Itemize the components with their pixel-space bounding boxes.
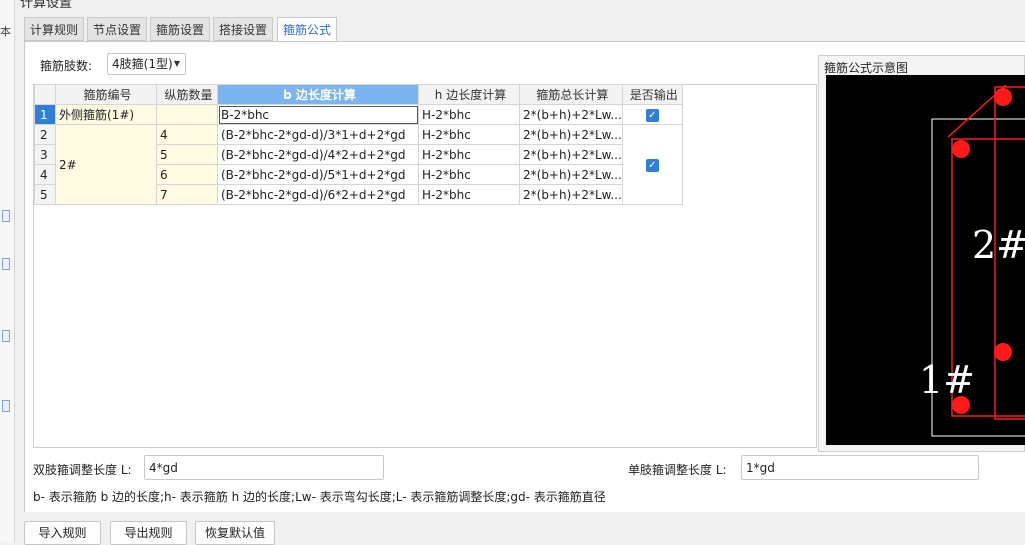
cell-h-formula[interactable]: H-2*bhc (418, 124, 520, 145)
legs-label: 箍筋肢数: (40, 59, 93, 73)
output-checkbox[interactable]: ✓ (645, 108, 659, 122)
table-header-row: 箍筋编号 纵筋数量 b 边长度计算 h 边长度计算 箍筋总长计算 是否输出 (34, 84, 683, 105)
diagram-label-outer: 1# (919, 358, 975, 402)
cell-total-formula[interactable]: 2*(b+h)+2*Lw... (519, 104, 623, 125)
left-panel-marker (2, 258, 10, 270)
cell-b-formula[interactable]: (B-2*bhc-2*gd-d)/4*2+d+2*gd (217, 144, 419, 165)
row-number[interactable]: 1 (34, 104, 56, 125)
stirrup-diagram: 2# 1# (826, 75, 1025, 445)
col-header-id[interactable]: 箍筋编号 (55, 84, 157, 105)
formula-table: 箍筋编号 纵筋数量 b 边长度计算 h 边长度计算 箍筋总长计算 是否输出 1 … (34, 84, 683, 205)
chevron-down-icon: ▼ (173, 59, 180, 68)
double-leg-label: 双肢箍调整长度 L: (33, 463, 132, 477)
tab-lap-settings[interactable]: 搭接设置 (213, 17, 273, 41)
single-leg-input[interactable] (741, 455, 979, 480)
cell-b-formula[interactable]: B-2*bhc (217, 104, 419, 125)
restore-defaults-button[interactable]: 恢复默认值 (195, 521, 275, 545)
tab-stirrup-formula[interactable]: 箍筋公式 (277, 17, 337, 42)
output-checkbox[interactable]: ✓ (645, 158, 659, 172)
col-header-count[interactable]: 纵筋数量 (156, 84, 218, 105)
single-leg-label: 单肢箍调整长度 L: (628, 463, 727, 477)
cell-id[interactable]: 外侧箍筋(1#) (55, 104, 157, 125)
legend-text: b- 表示箍筋 b 边的长度;h- 表示箍筋 h 边的长度;Lw- 表示弯勾长度… (33, 490, 606, 504)
cell-count[interactable]: 6 (156, 164, 218, 185)
diagram-title: 箍筋公式示意图 (824, 61, 909, 75)
double-leg-input[interactable] (144, 455, 384, 480)
cell-total-formula[interactable]: 2*(b+h)+2*Lw... (519, 184, 623, 205)
cell-total-formula[interactable]: 2*(b+h)+2*Lw... (519, 164, 623, 185)
left-panel-marker (2, 400, 10, 412)
tab-calc-rules[interactable]: 计算规则 (24, 17, 84, 41)
row-number[interactable]: 2 (34, 124, 56, 145)
cell-b-formula[interactable]: (B-2*bhc-2*gd-d)/5*1+d+2*gd (217, 164, 419, 185)
left-panel-strip: 本 (0, 0, 15, 542)
rebar-point (994, 343, 1012, 361)
cell-count[interactable]: 4 (156, 124, 218, 145)
col-header-output[interactable]: 是否输出 (621, 84, 683, 105)
cell-output[interactable]: ✓ (621, 104, 683, 125)
rebar-point (952, 140, 970, 158)
cell-id[interactable]: 2# (55, 124, 157, 205)
table-row: 1 外侧箍筋(1#) B-2*bhc H-2*bhc 2*(b+h)+2*Lw.… (34, 104, 683, 125)
col-header-h[interactable]: h 边长度计算 (418, 84, 520, 105)
export-rules-button[interactable]: 导出规则 (110, 521, 187, 545)
left-panel-fragment: 本 (0, 25, 11, 38)
cell-total-formula[interactable]: 2*(b+h)+2*Lw... (519, 124, 623, 145)
cell-h-formula[interactable]: H-2*bhc (418, 104, 520, 125)
cell-total-formula[interactable]: 2*(b+h)+2*Lw... (519, 144, 623, 165)
left-panel-marker (2, 210, 10, 222)
cell-h-formula[interactable]: H-2*bhc (418, 184, 520, 205)
legs-dropdown[interactable]: 4肢箍(1型) ▼ (107, 53, 186, 75)
table-row: 2 2# 4 (B-2*bhc-2*gd-d)/3*1+d+2*gd H-2*b… (34, 124, 683, 205)
cell-h-formula[interactable]: H-2*bhc (418, 164, 520, 185)
import-rules-button[interactable]: 导入规则 (24, 521, 101, 545)
rebar-point (994, 88, 1012, 106)
window-title: 计算设置 (20, 0, 73, 11)
tab-stirrup-settings[interactable]: 箍筋设置 (150, 17, 210, 41)
col-header-total[interactable]: 箍筋总长计算 (519, 84, 623, 105)
left-panel-marker (2, 330, 10, 342)
cell-count[interactable] (156, 104, 218, 125)
diagram-label-inner: 2# (972, 223, 1025, 267)
row-number[interactable]: 5 (34, 184, 56, 205)
cell-h-formula[interactable]: H-2*bhc (418, 144, 520, 165)
cell-count[interactable]: 7 (156, 184, 218, 205)
row-number[interactable]: 3 (34, 144, 56, 165)
cell-b-formula[interactable]: (B-2*bhc-2*gd-d)/3*1+d+2*gd (217, 124, 419, 145)
tab-node-settings[interactable]: 节点设置 (87, 17, 147, 41)
col-header-b[interactable]: b 边长度计算 (217, 84, 419, 105)
legs-value: 4肢箍(1型) (112, 57, 173, 71)
cell-count[interactable]: 5 (156, 144, 218, 165)
row-number[interactable]: 4 (34, 164, 56, 185)
cell-b-formula[interactable]: (B-2*bhc-2*gd-d)/6*2+d+2*gd (217, 184, 419, 205)
table-corner (34, 84, 56, 105)
cell-output[interactable]: ✓ (621, 124, 683, 205)
